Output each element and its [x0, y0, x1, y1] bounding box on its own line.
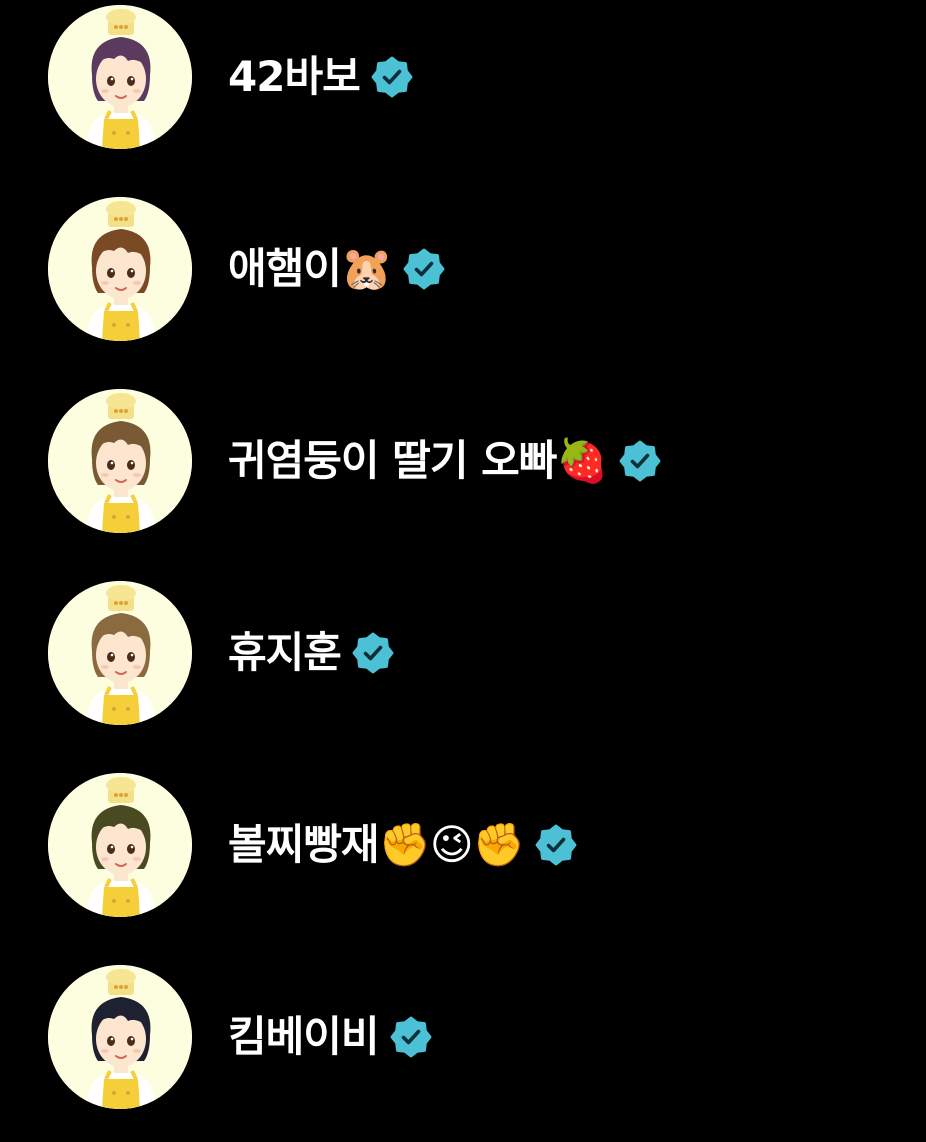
avatar[interactable] [48, 197, 192, 341]
account-name: 42바보 [228, 52, 361, 101]
verified-account-list: 42바보 애햄이🐹 귀염둥이 딸기 오빠🍓 휴지훈 볼찌빵재✊😉✊ 킴베이비 [0, 0, 926, 1142]
account-name-line: 애햄이🐹 [228, 239, 446, 299]
account-row[interactable]: 귀염둥이 딸기 오빠🍓 [0, 386, 926, 536]
account-name-line: 42바보 [228, 47, 414, 107]
account-row[interactable]: 볼찌빵재✊😉✊ [0, 770, 926, 920]
account-name: 귀염둥이 딸기 오빠🍓 [228, 436, 609, 485]
account-name: 킴베이비 [228, 1012, 380, 1061]
account-row[interactable]: 휴지훈 [0, 578, 926, 728]
avatar[interactable] [48, 773, 192, 917]
verified-badge-icon [389, 1015, 433, 1059]
account-name: 볼찌빵재✊😉✊ [228, 820, 525, 869]
account-name-line: 휴지훈 [228, 623, 395, 683]
avatar[interactable] [48, 965, 192, 1109]
account-name-line: 킴베이비 [228, 1007, 433, 1067]
avatar[interactable] [48, 5, 192, 149]
verified-badge-icon [351, 631, 395, 675]
account-name: 애햄이🐹 [228, 244, 393, 293]
account-row[interactable]: 애햄이🐹 [0, 194, 926, 344]
account-name-line: 볼찌빵재✊😉✊ [228, 815, 578, 875]
verified-badge-icon [534, 823, 578, 867]
account-row[interactable]: 킴베이비 [0, 962, 926, 1112]
avatar[interactable] [48, 581, 192, 725]
account-name: 휴지훈 [228, 628, 342, 677]
avatar[interactable] [48, 389, 192, 533]
verified-badge-icon [370, 55, 414, 99]
account-name-line: 귀염둥이 딸기 오빠🍓 [228, 431, 662, 491]
account-row[interactable]: 42바보 [0, 2, 926, 152]
verified-badge-icon [402, 247, 446, 291]
verified-badge-icon [618, 439, 662, 483]
